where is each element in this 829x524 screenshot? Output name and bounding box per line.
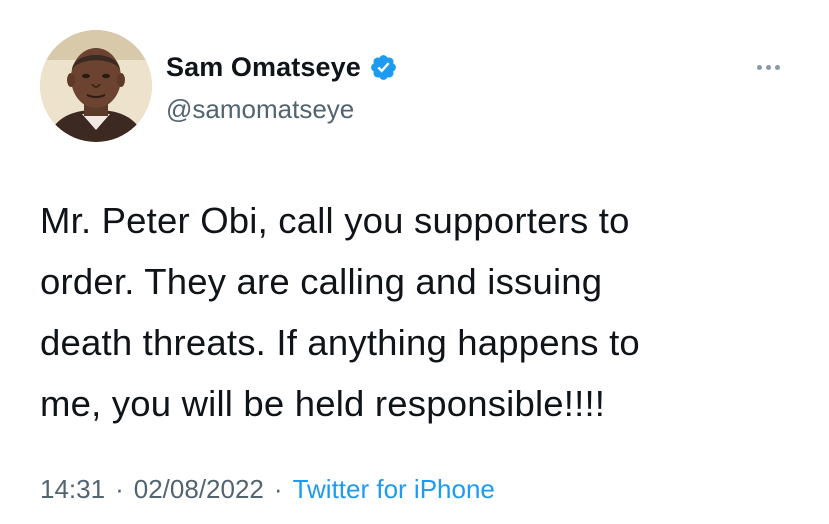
tweet-meta: 14:31 · 02/08/2022 · Twitter for iPhone (40, 474, 495, 505)
meta-separator: · (273, 474, 283, 504)
verified-badge-icon (369, 53, 398, 82)
tweet-card: Sam Omatseye @samomatseye Mr. Peter Obi,… (0, 0, 829, 524)
author-name-row: Sam Omatseye (166, 52, 398, 83)
more-dot (765, 64, 771, 70)
tweet-text-line: death threats. If anything happens to (40, 322, 640, 363)
more-options-icon[interactable] (748, 52, 788, 82)
meta-separator: · (115, 474, 124, 504)
tweet-date[interactable]: 02/08/2022 (134, 474, 264, 505)
tweet-text-line: order. They are calling and issuing (40, 261, 603, 302)
tweet-text: Mr. Peter Obi, call you supporters to or… (40, 190, 800, 434)
tweet-text-line: me, you will be held responsible!!!! (40, 383, 606, 424)
author-handle[interactable]: @samomatseye (166, 94, 354, 125)
more-dot (774, 64, 780, 70)
tweet-time[interactable]: 14:31 (40, 474, 105, 505)
tweet-source-link[interactable]: Twitter for iPhone (293, 474, 495, 505)
more-dot (756, 64, 762, 70)
author-avatar[interactable] (40, 30, 152, 142)
tweet-text-line: Mr. Peter Obi, call you supporters to (40, 200, 630, 241)
author-name[interactable]: Sam Omatseye (166, 52, 361, 83)
avatar-photo (40, 30, 152, 142)
